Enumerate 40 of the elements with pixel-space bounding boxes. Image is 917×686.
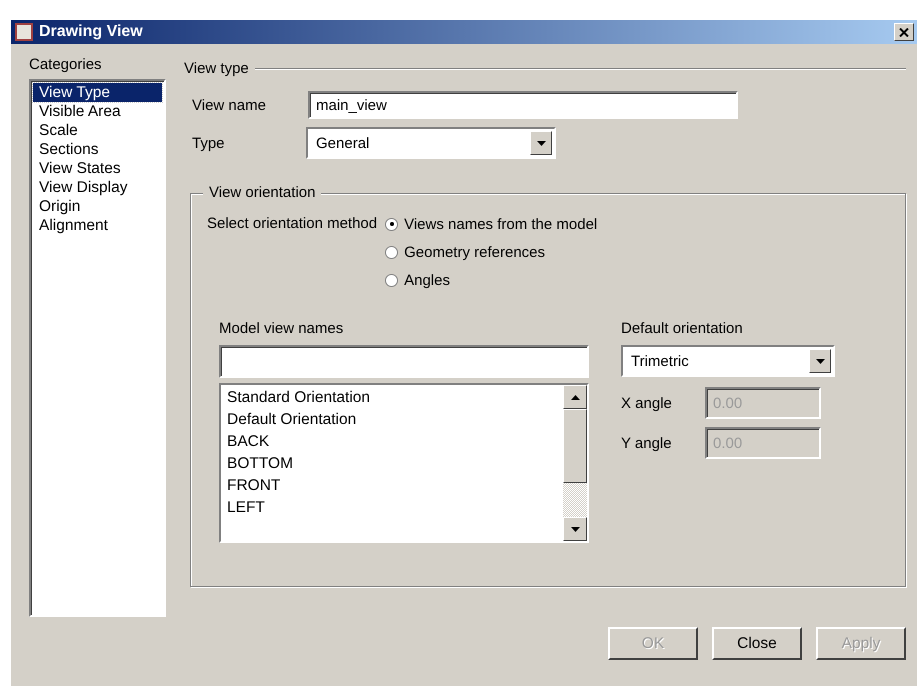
default-orientation-label: Default orientation (621, 320, 744, 337)
dialog-button[interactable]: Close (712, 627, 802, 660)
category-item[interactable]: View Display (33, 178, 162, 197)
scrollbar[interactable] (563, 385, 587, 541)
type-dropdown[interactable]: General (306, 127, 556, 159)
category-item[interactable]: Origin (33, 197, 162, 216)
list-item[interactable]: BOTTOM (227, 453, 557, 475)
list-item[interactable]: Standard Orientation (227, 387, 557, 409)
category-item[interactable]: View States (33, 159, 162, 178)
radio-option[interactable]: Angles (385, 266, 598, 294)
close-button[interactable] (894, 23, 914, 41)
radio-option[interactable]: Views names from the model (385, 210, 598, 238)
filter-field[interactable] (219, 345, 589, 378)
list-item[interactable]: FRONT (227, 475, 557, 497)
categories-label: Categories (29, 56, 103, 73)
model-view-names-label: Model view names (219, 320, 344, 337)
orientation-dropdown[interactable]: Trimetric (621, 345, 835, 377)
window-title: Drawing View (39, 23, 143, 41)
category-item[interactable]: Alignment (33, 216, 162, 235)
caret-icon (536, 140, 546, 146)
view-name-field[interactable]: main_view (308, 91, 738, 119)
type-label: Type (192, 134, 226, 152)
down-arrow-icon (570, 526, 580, 532)
view-name-label: View name (192, 96, 267, 114)
method-label: Select orientation method (207, 214, 378, 234)
list-item[interactable]: LEFT (227, 497, 557, 519)
list-item[interactable]: Default Orientation (227, 409, 557, 431)
category-item[interactable]: View Type (33, 83, 162, 102)
category-item[interactable]: Scale (33, 121, 162, 140)
radio-option[interactable]: Geometry references (385, 238, 598, 266)
group-legend: View type (184, 60, 249, 77)
caret-icon (816, 358, 824, 364)
category-item[interactable]: Sections (33, 140, 162, 159)
app-icon (15, 23, 33, 41)
close-icon (899, 28, 909, 36)
up-arrow-icon (570, 394, 580, 400)
category-item[interactable]: Visible Area (33, 102, 162, 121)
angle-label: Y angle (621, 434, 673, 452)
list-item[interactable]: BACK (227, 431, 557, 453)
angle-label: X angle (621, 394, 673, 412)
